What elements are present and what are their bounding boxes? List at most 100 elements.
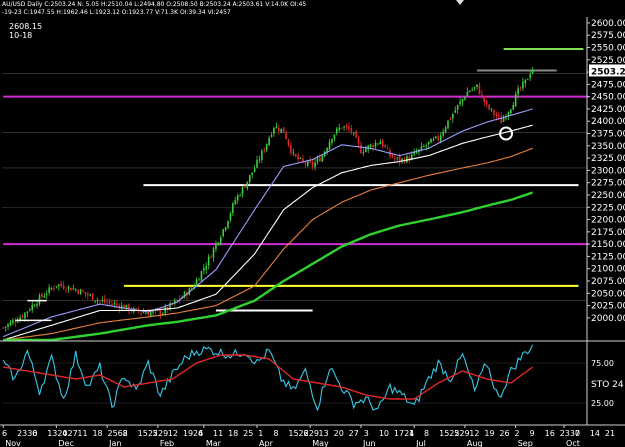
candle-body bbox=[135, 308, 137, 310]
candle-body bbox=[294, 153, 297, 157]
candle-body bbox=[70, 287, 72, 291]
time-tick-label: 21 bbox=[605, 429, 615, 438]
candle-body bbox=[152, 311, 154, 313]
candle-body bbox=[232, 203, 234, 213]
candle-body bbox=[338, 127, 341, 130]
candle-body bbox=[328, 141, 331, 150]
candle-body bbox=[292, 152, 295, 154]
candle-body bbox=[261, 150, 263, 160]
candle-body bbox=[145, 313, 147, 315]
candle-body bbox=[519, 87, 522, 89]
candle-body bbox=[74, 289, 77, 291]
candle-body bbox=[531, 70, 534, 74]
candle-body bbox=[270, 135, 273, 137]
candle-body bbox=[26, 311, 29, 314]
candle-body bbox=[67, 286, 70, 290]
candle-body bbox=[79, 289, 82, 295]
candle-body bbox=[4, 326, 7, 328]
candle-body bbox=[468, 91, 471, 93]
candle-body bbox=[420, 145, 423, 150]
time-tick-label: 2 bbox=[514, 429, 519, 438]
time-tick-label: 14 bbox=[590, 429, 600, 438]
price-tick-label: 2050.00 bbox=[591, 289, 625, 299]
candle-body bbox=[396, 157, 399, 159]
candle-body bbox=[62, 285, 65, 289]
candle-body bbox=[490, 108, 493, 110]
price-tick-label: 2000.00 bbox=[591, 314, 625, 324]
candle-body bbox=[297, 155, 299, 160]
time-tick-label: 6 bbox=[2, 429, 7, 438]
candle-body bbox=[239, 195, 241, 197]
candle-body bbox=[512, 104, 515, 110]
month-label: Jan bbox=[108, 439, 121, 447]
time-tick-label: 3 bbox=[364, 429, 369, 438]
candle-body bbox=[336, 128, 338, 134]
candle-body bbox=[466, 91, 469, 97]
candle-body bbox=[99, 300, 101, 302]
time-tick-label: 20 bbox=[334, 429, 344, 438]
candle-body bbox=[287, 139, 290, 146]
time-tick-label: 12 bbox=[469, 429, 479, 438]
time-tick-label: 6 bbox=[32, 429, 37, 438]
chart-canvas: 2600.002575.002550.002525.002500.002475.… bbox=[0, 0, 625, 447]
scroll-marker-icon[interactable] bbox=[456, 0, 464, 5]
candle-body bbox=[113, 303, 116, 305]
candle-body bbox=[236, 195, 239, 201]
price-tick-label: 2200.00 bbox=[591, 216, 625, 226]
indicator-tick-label: 75.00 bbox=[591, 359, 614, 368]
time-tick-label: 8 bbox=[273, 429, 278, 438]
candle-body bbox=[437, 136, 440, 140]
candle-body bbox=[444, 127, 447, 133]
candle-body bbox=[478, 85, 481, 95]
candle-body bbox=[360, 144, 362, 154]
candle-body bbox=[123, 305, 125, 310]
candle-body bbox=[365, 148, 367, 153]
month-label: Jun bbox=[362, 439, 376, 447]
candle-body bbox=[41, 294, 43, 297]
candle-body bbox=[464, 97, 466, 100]
candle-body bbox=[251, 172, 253, 175]
candle-body bbox=[311, 161, 314, 167]
candle-body bbox=[200, 271, 203, 281]
candle-body bbox=[210, 257, 212, 259]
time-tick-label: 11 bbox=[77, 429, 87, 438]
candle-body bbox=[452, 114, 454, 119]
last-price-label: 2503.24 bbox=[591, 67, 625, 77]
candle-body bbox=[372, 145, 374, 148]
price-tick-label: 2350.00 bbox=[591, 142, 625, 152]
time-tick-label: 6 bbox=[303, 429, 308, 438]
candle-body bbox=[45, 293, 48, 296]
price-tick-label: 2225.00 bbox=[591, 203, 625, 213]
month-label: Dec bbox=[58, 439, 73, 447]
price-tick-label: 2400.00 bbox=[591, 117, 625, 127]
candle-body bbox=[423, 146, 425, 148]
candle-body bbox=[265, 143, 268, 151]
candle-body bbox=[306, 161, 309, 166]
candle-body bbox=[345, 125, 348, 128]
candle-body bbox=[198, 279, 200, 281]
candle-body bbox=[268, 138, 270, 146]
chart-header-quote: AU/USD Daily C:2503.24 N: 5.05 H:2510.04… bbox=[2, 1, 307, 8]
candle-body bbox=[415, 152, 418, 154]
candle-body bbox=[84, 292, 87, 295]
candle-body bbox=[357, 138, 360, 144]
candle-body bbox=[234, 200, 237, 205]
price-tick-label: 2100.00 bbox=[591, 265, 625, 275]
candle-body bbox=[348, 126, 350, 130]
candle-body bbox=[246, 181, 249, 189]
candle-body bbox=[355, 131, 357, 138]
candle-body bbox=[159, 309, 162, 315]
candle-body bbox=[439, 135, 442, 142]
candle-body bbox=[207, 256, 210, 266]
candle-body bbox=[111, 304, 113, 306]
candle-body bbox=[314, 162, 316, 168]
candle-body bbox=[116, 303, 118, 305]
time-tick-label: 18 bbox=[92, 429, 102, 438]
candle-body bbox=[219, 237, 222, 244]
time-tick-label: 16 bbox=[545, 429, 555, 438]
price-tick-label: 2425.00 bbox=[591, 105, 625, 115]
candle-body bbox=[427, 141, 430, 144]
candle-body bbox=[442, 131, 444, 136]
candle-body bbox=[253, 168, 256, 173]
price-tick-label: 2275.00 bbox=[591, 179, 625, 189]
